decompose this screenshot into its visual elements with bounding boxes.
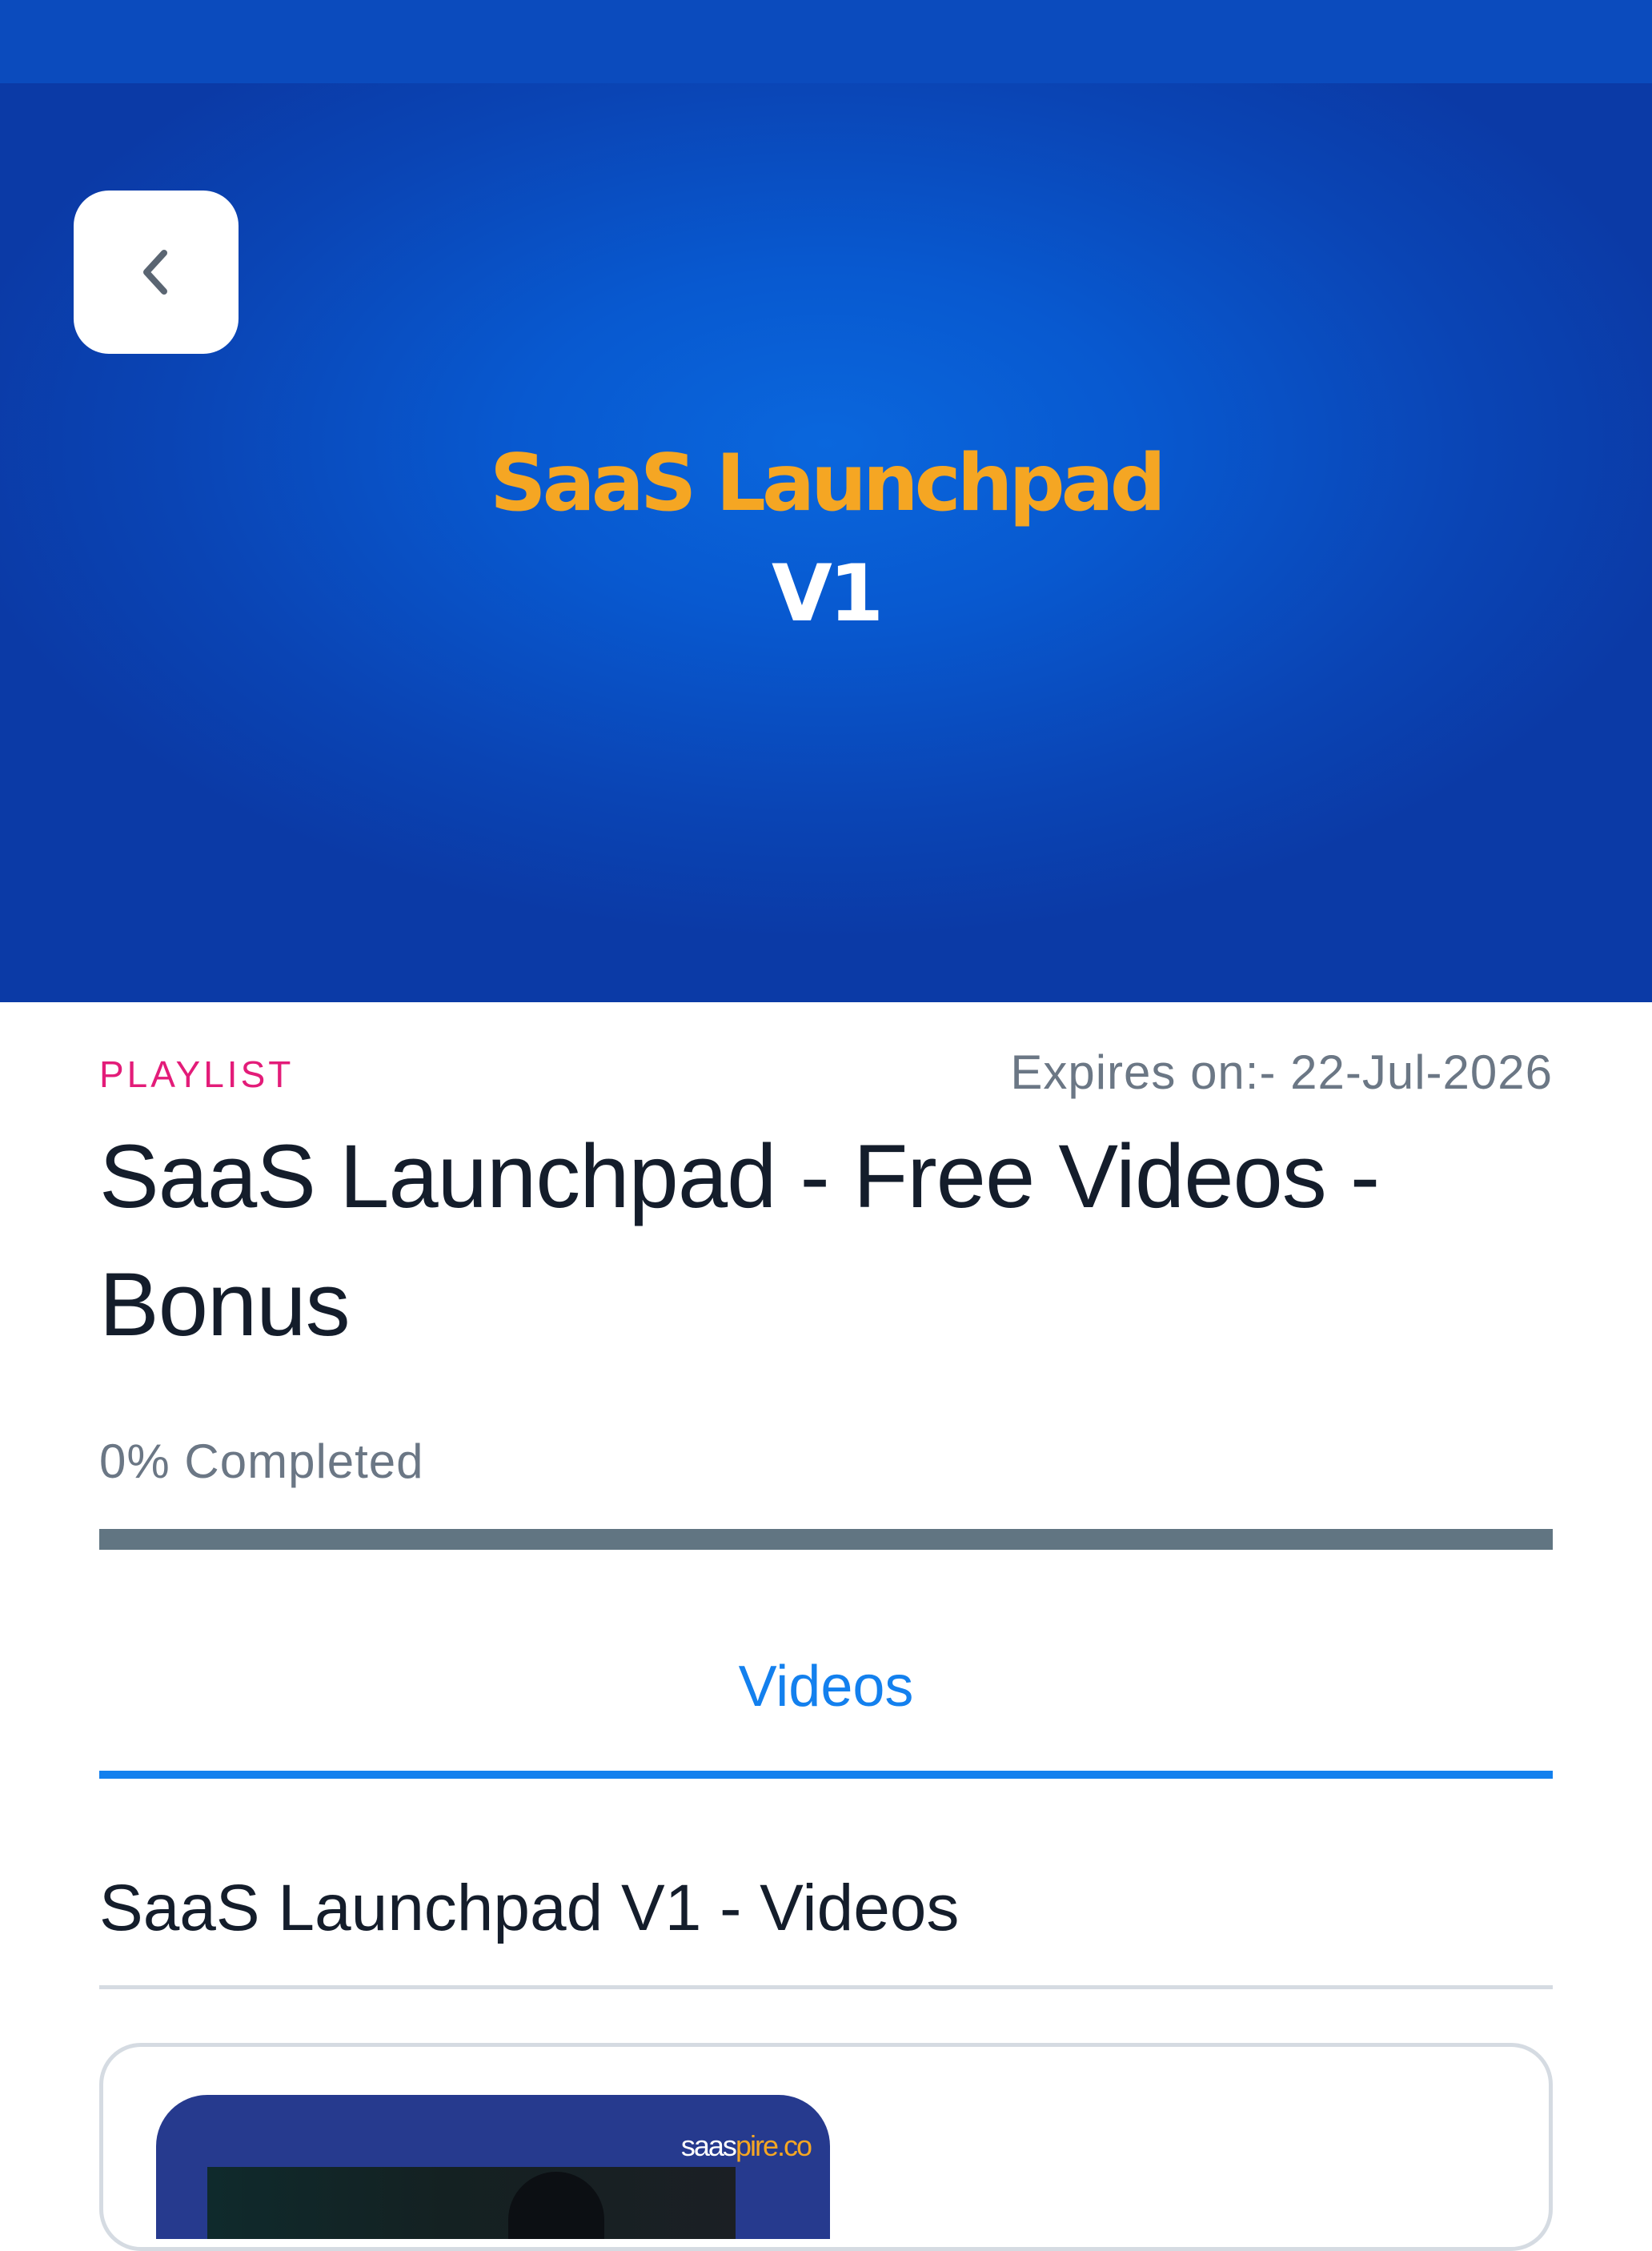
- hero-subtitle: V1: [771, 548, 884, 640]
- video-thumbnail[interactable]: saaspire.co: [156, 2095, 830, 2239]
- thumbnail-brand-logo: saaspire.co: [680, 2129, 812, 2162]
- top-status-bar: [0, 0, 1652, 83]
- tab-videos[interactable]: Videos: [99, 1633, 1553, 1779]
- back-button[interactable]: [74, 191, 239, 354]
- progress-bar: [99, 1529, 1553, 1550]
- playlist-hero-banner: SaaS Launchpad V1: [0, 83, 1652, 1002]
- progress-label: 0% Completed: [99, 1434, 424, 1488]
- section-title: SaaS Launchpad V1 - Videos: [99, 1872, 960, 1944]
- page-title: SaaS Launchpad - Free Videos - Bonus: [99, 1126, 1380, 1354]
- expiry-date: Expires on:- 22-Jul-2026: [1010, 1045, 1553, 1099]
- section-divider: [99, 1985, 1553, 1989]
- video-card[interactable]: saaspire.co: [99, 2043, 1553, 2251]
- chevron-left-icon: [137, 247, 175, 298]
- thumbnail-screen: [207, 2167, 736, 2239]
- hero-title: SaaS Launchpad: [490, 438, 1166, 529]
- playlist-tag: PLAYLIST: [99, 1053, 295, 1095]
